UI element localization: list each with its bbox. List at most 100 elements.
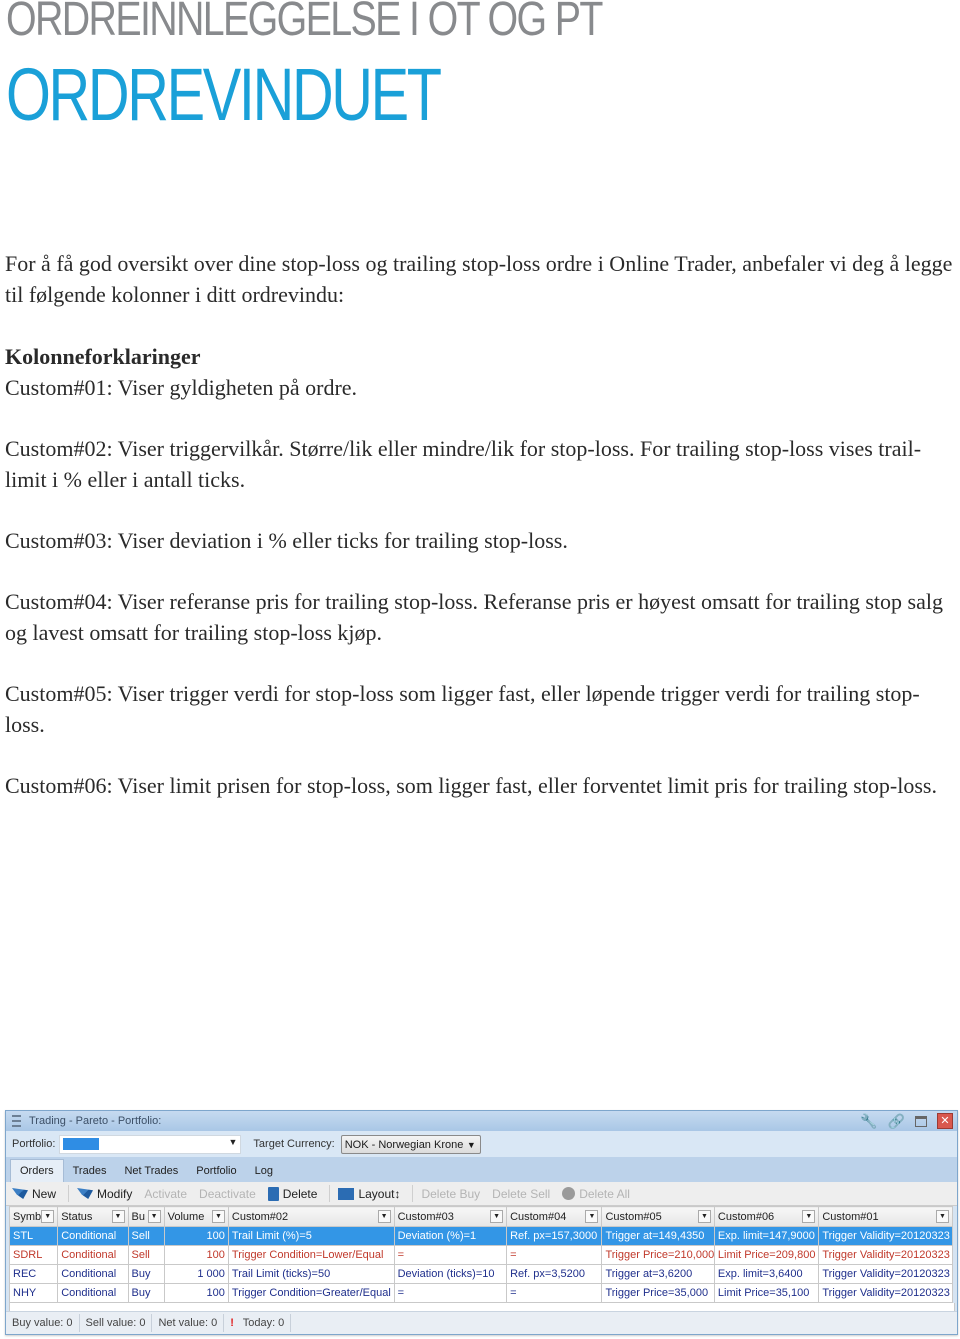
window-controls: 🔧 🔗 ✕ (860, 1113, 953, 1129)
tab-orders[interactable]: Orders (10, 1159, 64, 1182)
table-row[interactable]: REC Conditional Buy 1 000 Trail Limit (t… (8, 1264, 953, 1284)
explanation-custom03: Custom#03: Viser deviation i % eller tic… (5, 528, 568, 553)
explanation-custom06: Custom#06: Viser limit prisen for stop-l… (5, 773, 937, 798)
page-title: ORDREVINDUET (6, 53, 442, 136)
column-header-side[interactable]: Bu ▼ (127, 1206, 165, 1227)
cell-custom01: Trigger Validity=20120323 (818, 1283, 953, 1303)
cell-custom04: Ref. px=3,5200 (506, 1264, 603, 1284)
tab-bar: Orders Trades Net Trades Portfolio Log (6, 1157, 957, 1182)
buy-value: Buy value: 0 (6, 1314, 80, 1332)
cell-custom04: Ref. px=157,3000 (506, 1226, 603, 1246)
column-header-status[interactable]: Status ▼ (57, 1206, 129, 1227)
target-currency-value: NOK - Norwegian Krone (344, 1138, 464, 1151)
cell-custom06: Exp. limit=3,6400 (713, 1264, 820, 1284)
cell-custom02: Trigger Condition=Lower/Equal (227, 1245, 395, 1265)
chevron-down-icon[interactable]: ▼ (467, 1136, 476, 1155)
chevron-down-icon[interactable]: ▼ (211, 1210, 225, 1223)
table-row[interactable]: STL Conditional Sell 100 Trail Limit (%)… (8, 1226, 953, 1246)
tab-trades[interactable]: Trades (64, 1160, 116, 1182)
column-header-symbol[interactable]: Symb ▼ (8, 1206, 59, 1227)
chevron-down-icon[interactable]: ▼ (229, 1137, 238, 1147)
cell-custom01: Trigger Validity=20120323 (818, 1226, 953, 1246)
chevron-down-icon[interactable]: ▼ (377, 1210, 391, 1223)
explanation-custom04: Custom#04: Viser referanse pris for trai… (5, 589, 943, 645)
trash-icon (267, 1186, 279, 1201)
updown-icon: ↕ (394, 1186, 401, 1201)
delete-all-label: Delete All (579, 1186, 630, 1201)
column-header-custom06[interactable]: Custom#06 ▼ (713, 1206, 820, 1227)
cell-volume: 100 (163, 1226, 229, 1246)
delete-button[interactable]: Delete (267, 1186, 317, 1201)
target-currency-select[interactable]: NOK - Norwegian Krone ▼ (340, 1134, 481, 1155)
cell-symbol: SDRL (8, 1245, 59, 1265)
portfolio-selection-highlight (63, 1137, 100, 1150)
portfolio-label: Portfolio: (12, 1138, 56, 1150)
cell-custom02: Trail Limit (ticks)=50 (227, 1264, 395, 1284)
chevron-down-icon[interactable]: ▼ (697, 1210, 711, 1223)
cell-volume: 100 (163, 1245, 229, 1265)
chevron-down-icon[interactable]: ▼ (585, 1210, 599, 1223)
tab-portfolio[interactable]: Portfolio (187, 1160, 245, 1182)
toolbar-divider (68, 1185, 70, 1202)
cell-custom03: Deviation (ticks)=10 (393, 1264, 508, 1284)
chevron-down-icon[interactable]: ▼ (802, 1210, 816, 1223)
column-header-custom01[interactable]: Custom#01 ▼ (818, 1206, 953, 1227)
restore-icon[interactable] (915, 1115, 927, 1127)
new-order-label: New (32, 1186, 57, 1201)
link-icon[interactable]: 🔗 (888, 1113, 905, 1129)
menu-icon[interactable] (12, 1115, 21, 1127)
delete-buy-button[interactable]: Delete Buy (421, 1187, 480, 1201)
today-label: Today: 0 (242, 1317, 285, 1329)
cell-side: Sell (127, 1245, 165, 1265)
chevron-down-icon[interactable]: ▼ (111, 1210, 125, 1223)
layout-label: Layout (358, 1186, 395, 1201)
close-icon[interactable]: ✕ (937, 1113, 953, 1129)
deactivate-button[interactable]: Deactivate (199, 1187, 256, 1201)
cell-custom05: Trigger at=149,4350 (601, 1226, 715, 1246)
new-order-icon (12, 1188, 28, 1199)
layout-icon (338, 1187, 355, 1200)
explanation-custom05: Custom#05: Viser trigger verdi for stop-… (5, 681, 920, 737)
section-supertitle: ORDREINNLEGGELSE I OT OG PT (6, 0, 603, 46)
delete-sell-button[interactable]: Delete Sell (492, 1187, 550, 1201)
tab-net-trades[interactable]: Net Trades (115, 1160, 187, 1182)
chevron-down-icon[interactable]: ▼ (41, 1210, 55, 1223)
chevron-down-icon[interactable]: ▼ (147, 1210, 161, 1223)
explanation-custom01: Custom#01: Viser gyldigheten på ordre. (5, 375, 358, 400)
cell-custom06: Limit Price=209,800 (713, 1245, 820, 1265)
trading-window: Trading - Pareto - Portfolio: 🔧 🔗 ✕ Port… (5, 1110, 958, 1335)
activate-button[interactable]: Activate (144, 1187, 187, 1201)
column-header-volume[interactable]: Volume ▼ (163, 1206, 229, 1227)
cell-custom03: = (393, 1283, 508, 1303)
chevron-down-icon[interactable]: ▼ (936, 1210, 949, 1223)
tab-log[interactable]: Log (246, 1160, 282, 1182)
cell-status: Conditional (57, 1226, 129, 1246)
cell-custom04: = (506, 1245, 603, 1265)
wrench-icon[interactable]: 🔧 (860, 1113, 877, 1129)
layout-button[interactable]: Layout ↕ (338, 1187, 400, 1201)
warning-icon: ! (230, 1317, 234, 1329)
new-order-button[interactable]: New (12, 1187, 56, 1201)
column-header-custom05[interactable]: Custom#05 ▼ (601, 1206, 715, 1227)
cell-status: Conditional (57, 1264, 129, 1284)
chevron-down-icon[interactable]: ▼ (490, 1210, 504, 1223)
column-header-custom04[interactable]: Custom#04 ▼ (506, 1206, 603, 1227)
modify-order-button[interactable]: Modify (77, 1187, 132, 1201)
cell-custom06: Limit Price=35,100 (713, 1283, 820, 1303)
portfolio-select[interactable]: ▼ (59, 1134, 242, 1154)
table-empty-area (9, 1303, 955, 1311)
table-row[interactable]: SDRL Conditional Sell 100 Trigger Condit… (8, 1245, 953, 1265)
table-row[interactable]: NHY Conditional Buy 100 Trigger Conditio… (8, 1283, 953, 1303)
cell-custom06: Exp. limit=147,9000 (713, 1226, 820, 1246)
modify-order-icon (77, 1188, 94, 1199)
orders-table: Symb ▼ Status ▼ Bu ▼ Volume ▼ Custom#02 ▼ Cus… (8, 1206, 953, 1303)
explanation-custom02: Custom#02: Viser triggervilkår. Større/l… (5, 436, 922, 492)
toolbar-divider (329, 1185, 331, 1202)
column-header-custom03[interactable]: Custom#03 ▼ (393, 1206, 508, 1227)
delete-all-button[interactable]: Delete All (562, 1187, 630, 1201)
cell-custom05: Trigger Price=210,000 (601, 1245, 715, 1265)
cell-custom05: Trigger Price=35,000 (601, 1283, 715, 1303)
cell-side: Buy (127, 1264, 165, 1284)
cell-volume: 100 (163, 1283, 229, 1303)
column-header-custom02[interactable]: Custom#02 ▼ (227, 1206, 395, 1227)
